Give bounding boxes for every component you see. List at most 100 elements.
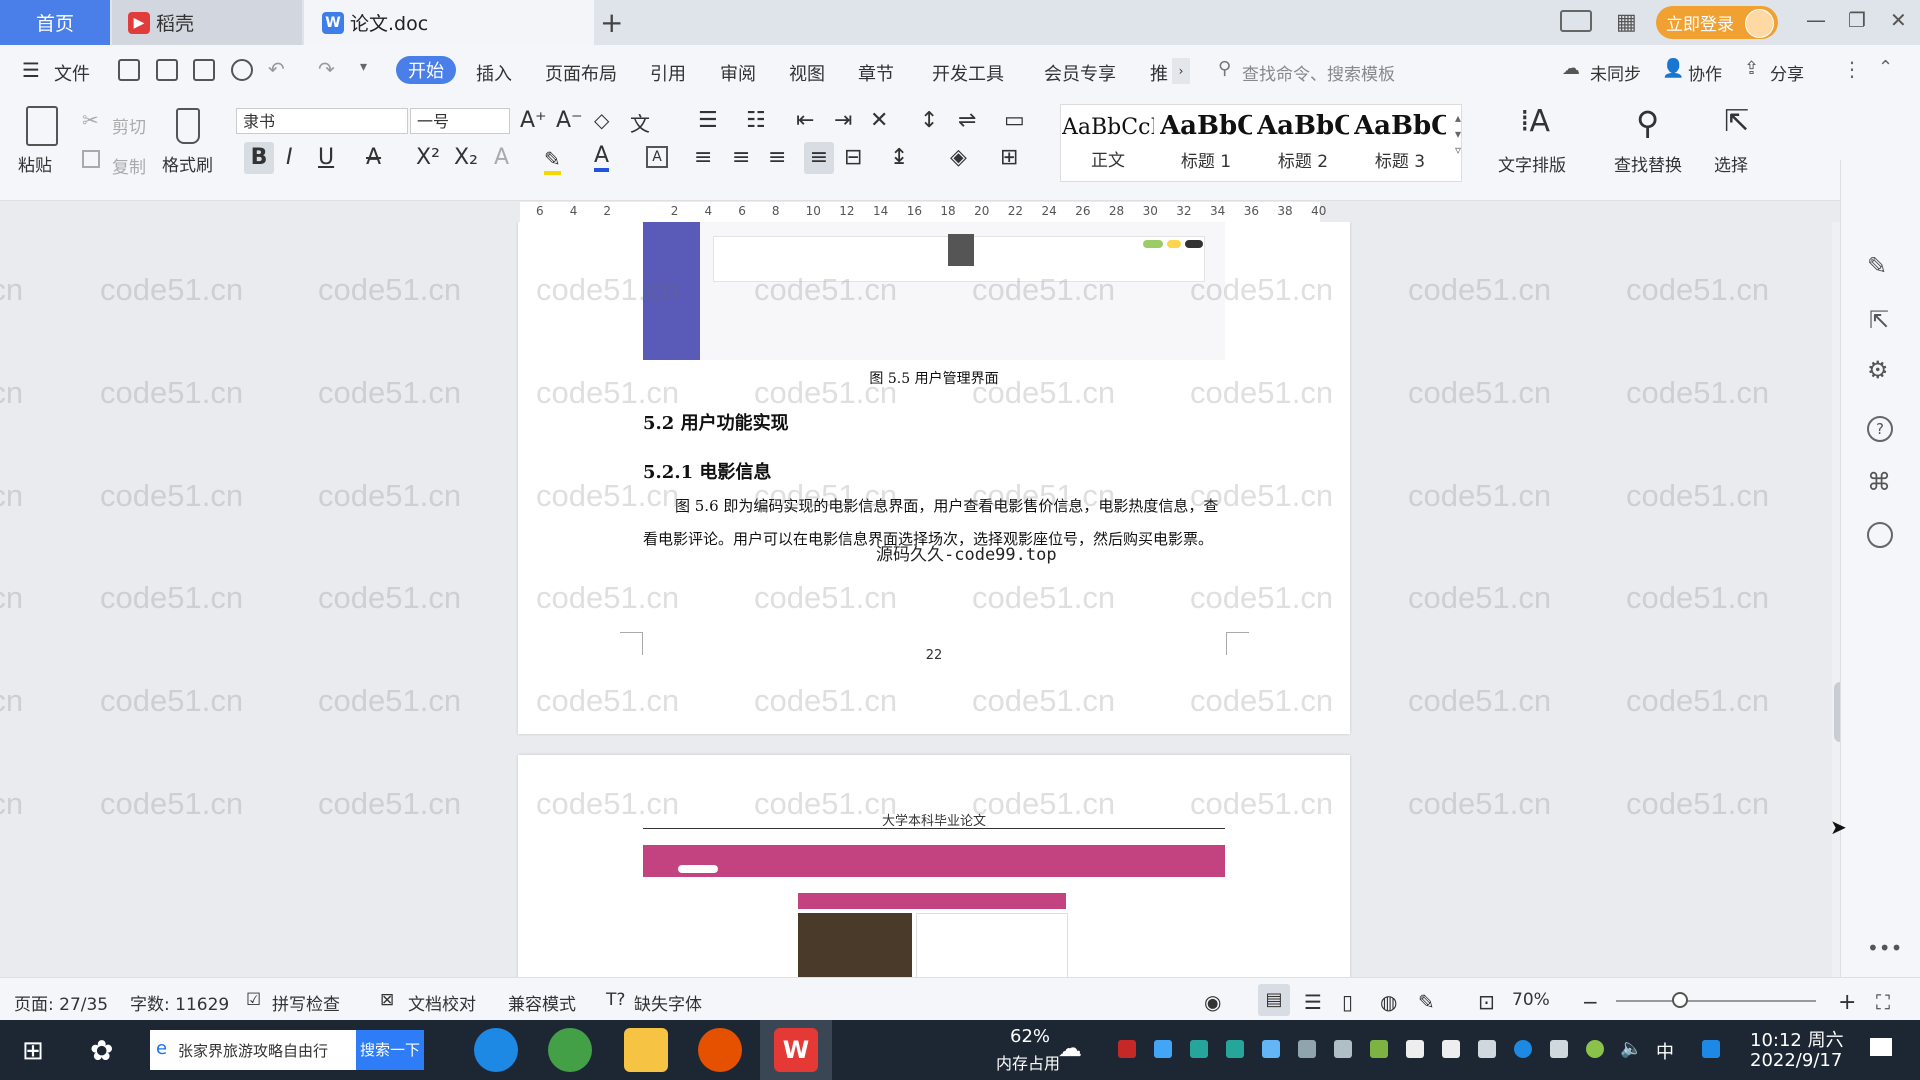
zoom-in-icon[interactable]: + <box>1838 990 1856 1015</box>
grow-font-icon[interactable]: A⁺ <box>520 108 547 133</box>
line-spacing-icon[interactable]: ↨ <box>890 145 908 170</box>
web-view-icon[interactable]: ◍ <box>1380 990 1397 1014</box>
tray-app-icon-6[interactable] <box>1586 1040 1604 1058</box>
reading-view-icon[interactable]: ▯ <box>1342 990 1353 1014</box>
superscript-button[interactable]: X² <box>416 145 440 170</box>
horizontal-ruler[interactable]: 6 4 2 2 4 6 8 10 12 14 16 18 20 22 24 26 28 30 32 34 36 38 40 <box>520 202 1326 223</box>
browser-green-icon[interactable] <box>548 1028 592 1072</box>
font-family-select[interactable]: 隶书 <box>236 108 408 134</box>
menu-start[interactable]: 开始 <box>396 56 456 84</box>
wps-taskbar-active[interactable]: W <box>760 1020 832 1080</box>
ime-indicator[interactable]: 中 <box>1656 1038 1674 1064</box>
distribute-icon[interactable]: ⊟ <box>844 145 862 170</box>
find-replace-button[interactable]: 查找替换 <box>1614 151 1682 176</box>
font-color-icon[interactable]: A <box>594 143 610 172</box>
help-icon[interactable]: ? <box>1867 416 1893 442</box>
write-mode-icon[interactable]: ✎ <box>1418 990 1435 1014</box>
menu-view[interactable]: 视图 <box>789 60 825 86</box>
style-heading-1[interactable]: AaBbC 标题 1 <box>1160 105 1252 177</box>
zoom-out-icon[interactable]: − <box>1582 990 1599 1014</box>
more-options-icon[interactable]: ⋮ <box>1842 57 1862 81</box>
tray-app-icon-4[interactable] <box>1226 1040 1244 1058</box>
menu-page-layout[interactable]: 页面布局 <box>545 60 617 86</box>
select-button[interactable]: 选择 <box>1714 151 1748 176</box>
print-preview-icon[interactable] <box>231 59 253 81</box>
fullscreen-icon[interactable]: ⛶ <box>1876 990 1890 1014</box>
volume-icon[interactable]: 🔈 <box>1620 1038 1642 1059</box>
underline-button[interactable]: U <box>318 145 334 170</box>
zoom-slider[interactable] <box>1616 1000 1816 1002</box>
file-explorer-icon[interactable] <box>624 1028 668 1072</box>
cursor-icon[interactable]: ⇱ <box>1869 306 1889 334</box>
menu-insert[interactable]: 插入 <box>476 60 512 86</box>
missing-font-button[interactable]: 缺失字体 <box>634 990 702 1015</box>
grid-apps-icon[interactable]: ▦ <box>1616 10 1637 35</box>
compass-icon[interactable] <box>1867 522 1893 548</box>
zoom-level[interactable]: 70% <box>1512 990 1550 1010</box>
menu-file[interactable]: 文件 <box>54 60 90 86</box>
export-pdf-icon[interactable] <box>156 59 178 81</box>
restore-icon[interactable]: ❐ <box>1848 8 1866 32</box>
menu-recommend[interactable]: 推 <box>1150 60 1168 86</box>
new-tab-button[interactable]: + <box>600 6 623 39</box>
highlight-icon[interactable]: ✎ <box>544 147 561 175</box>
document-area[interactable]: 图 5.5 用户管理界面 5.2 用户功能实现 5.2.1 电影信息 图 5.6… <box>0 222 1840 977</box>
sync-status[interactable]: 未同步 <box>1590 60 1641 85</box>
spell-check-button[interactable]: 拼写检查 <box>272 990 340 1015</box>
tray-app-icon-2[interactable] <box>1154 1040 1172 1058</box>
sort-icon[interactable]: ↕ <box>920 108 938 133</box>
app-launcher-icon[interactable]: ✿ <box>90 1034 113 1067</box>
style-heading-3[interactable]: AaBbC 标题 3 <box>1354 105 1446 177</box>
style-normal[interactable]: AaBbCcI 正文 <box>1062 105 1154 177</box>
text-layout-button[interactable]: 文字排版 <box>1498 151 1566 176</box>
windows-start-icon[interactable]: ⊞ <box>22 1036 44 1066</box>
format-painter-icon[interactable] <box>176 108 200 144</box>
collapse-ribbon-icon[interactable]: ⌃ <box>1878 57 1893 78</box>
align-left-icon[interactable]: ≡ <box>694 145 712 170</box>
collab-button[interactable]: 协作 <box>1688 60 1722 85</box>
fit-page-icon[interactable]: ⊡ <box>1478 990 1495 1014</box>
login-button[interactable]: 立即登录 <box>1656 6 1778 39</box>
zoom-slider-knob[interactable] <box>1671 992 1688 1008</box>
page-indicator[interactable]: 页面: 27/35 <box>14 990 108 1015</box>
translate-icon[interactable]: ⌘ <box>1867 468 1891 496</box>
bullet-list-icon[interactable]: ☰ <box>698 108 718 133</box>
taskbar-search-button[interactable]: 搜索一下 <box>356 1030 424 1070</box>
copy-icon[interactable] <box>82 150 100 168</box>
layout-icon[interactable] <box>1560 10 1592 32</box>
borders-icon[interactable]: ⊞ <box>1000 145 1018 170</box>
minimize-icon[interactable]: — <box>1806 8 1826 32</box>
justify-icon[interactable]: ≡ <box>804 142 834 174</box>
paste-icon[interactable] <box>26 106 58 146</box>
increase-indent-icon[interactable]: ⇥ <box>834 108 852 133</box>
pen-icon[interactable]: ✎ <box>1867 252 1887 280</box>
bold-button[interactable]: B <box>244 142 274 174</box>
font-size-select[interactable]: 一号 <box>410 108 510 134</box>
print-icon[interactable] <box>193 59 215 81</box>
qq-icon[interactable] <box>1406 1040 1424 1058</box>
word-count[interactable]: 字数: 11629 <box>130 990 229 1015</box>
input-method-icon[interactable] <box>1702 1040 1720 1058</box>
battery-icon[interactable] <box>1478 1040 1496 1058</box>
subscript-button[interactable]: X₂ <box>454 145 478 170</box>
page-22[interactable]: 图 5.5 用户管理界面 5.2 用户功能实现 5.2.1 电影信息 图 5.6… <box>518 222 1350 734</box>
menu-references[interactable]: 引用 <box>650 60 686 86</box>
hamburger-icon[interactable]: ☰ <box>22 58 40 82</box>
page-view-icon[interactable]: ▤ <box>1258 984 1290 1016</box>
menu-chapter[interactable]: 章节 <box>858 60 894 86</box>
menu-review[interactable]: 审阅 <box>720 60 756 86</box>
tray-app-icon-1[interactable] <box>1118 1040 1136 1058</box>
page-23[interactable]: 大学本科毕业论文 <box>518 755 1350 977</box>
italic-button[interactable]: I <box>286 145 293 170</box>
style-heading-2[interactable]: AaBbC 标题 2 <box>1257 105 1349 177</box>
text-effect-button[interactable]: A <box>494 145 509 170</box>
align-right-icon[interactable]: ≡ <box>768 145 786 170</box>
format-painter-button[interactable]: 格式刷 <box>162 151 213 176</box>
tab-ruler-icon[interactable]: ▭ <box>1004 108 1025 133</box>
save-icon[interactable] <box>118 59 140 81</box>
menu-developer[interactable]: 开发工具 <box>932 60 1004 86</box>
taskbar-search-input[interactable]: e 张家界旅游攻略自由行 <box>150 1030 356 1070</box>
tab-document[interactable]: W 论文.doc <box>304 0 594 45</box>
usb-icon[interactable] <box>1550 1040 1568 1058</box>
shading-icon[interactable]: ◈ <box>950 145 967 170</box>
